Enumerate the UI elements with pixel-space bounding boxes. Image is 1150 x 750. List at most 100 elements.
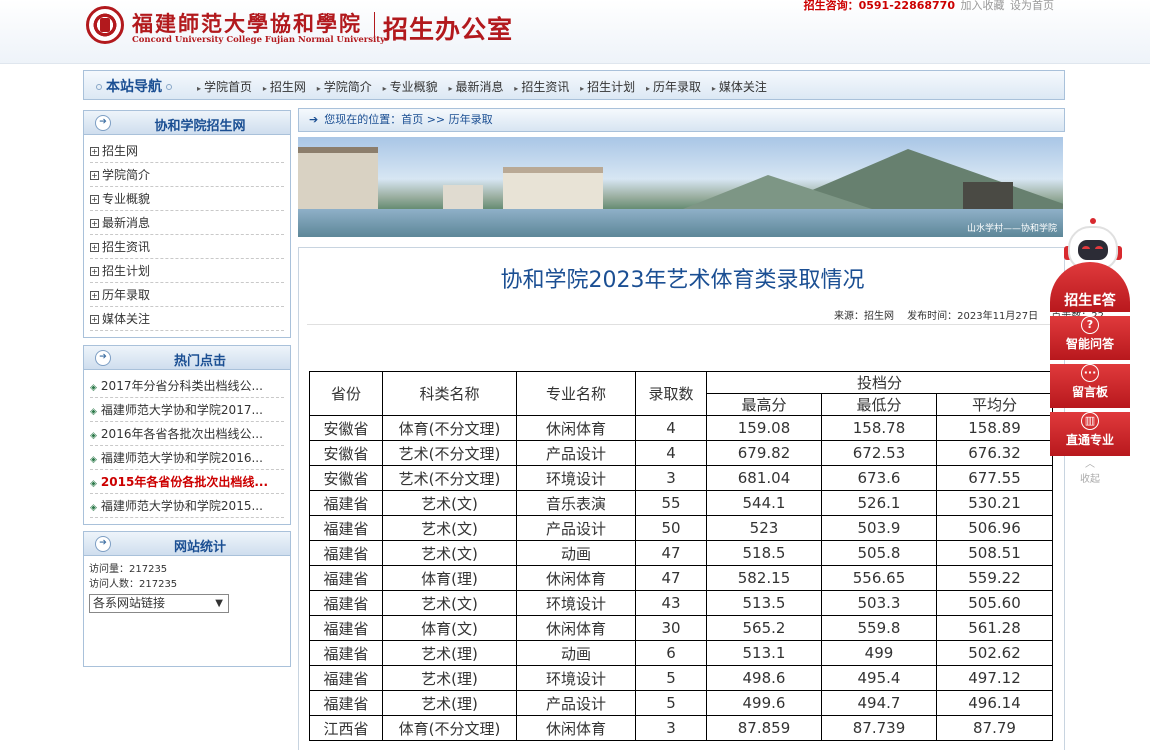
message-board-button[interactable]: ··· 留言板 <box>1050 364 1130 408</box>
sidebar-item-majors[interactable]: + 专业概貌 <box>90 187 284 211</box>
plus-icon: + <box>90 315 99 324</box>
cell-min: 494.7 <box>821 690 937 716</box>
cell-major: 动画 <box>516 540 636 566</box>
sidebar-item-label: 最新消息 <box>102 216 151 230</box>
hot-link[interactable]: ◈ 福建师范大学协和学院2017... <box>90 398 284 422</box>
cell-major: 音乐表演 <box>516 490 636 516</box>
sidebar-menu-title: 协和学院招生网 <box>154 119 246 134</box>
campus-banner-image: 山水学村——协和学院 <box>298 137 1063 237</box>
sidebar-item-about[interactable]: + 学院简介 <box>90 163 284 187</box>
admission-table: 省份 科类名称 专业名称 录取数 投档分 最高分 最低分 平均分 安徽省 体育(不… <box>309 371 1053 741</box>
sidebar-item-admission-info[interactable]: + 招生资讯 <box>90 235 284 259</box>
cell-major: 休闲体育 <box>516 715 636 741</box>
cell-category: 艺术(理) <box>382 640 517 666</box>
sidebar-item-enrollment-plan[interactable]: + 招生计划 <box>90 259 284 283</box>
majors-direct-button[interactable]: ▥ 直通专业 <box>1050 412 1130 456</box>
sidebar-item-label: 招生计划 <box>102 264 151 278</box>
nav-item-enrollment-plan[interactable]: 招生计划 <box>580 78 635 95</box>
cell-max: 518.5 <box>706 540 822 566</box>
breadcrumb-home-link[interactable]: 首页 <box>401 113 423 126</box>
collapse-label: 收起 <box>1080 474 1100 485</box>
cell-admitted: 4 <box>635 415 707 441</box>
add-favorite-link[interactable]: 加入收藏 <box>961 0 1005 12</box>
cell-admitted: 3 <box>635 715 707 741</box>
breadcrumb: ➔ 您现在的位置：首页 >> 历年录取 <box>298 108 1065 132</box>
nav-item-admissions-site[interactable]: 招生网 <box>263 78 306 95</box>
logo-divider <box>374 12 375 42</box>
cell-province: 江西省 <box>309 715 383 741</box>
article-date: 发布时间：2023年11月27日 <box>907 311 1039 322</box>
cell-max: 681.04 <box>706 465 822 491</box>
department-links-select[interactable]: 各系网站链接 ▼ <box>89 594 229 613</box>
nav-item-news[interactable]: 最新消息 <box>448 78 503 95</box>
hot-link-label: 2016年各省各批次出档线公... <box>100 427 263 441</box>
plus-icon: + <box>90 243 99 252</box>
cell-category: 艺术(理) <box>382 690 517 716</box>
hot-link-active[interactable]: ◈ 2015年各省份各批次出档线... <box>90 470 284 494</box>
visit-count: 访问量：217235 <box>89 564 168 575</box>
collapse-button[interactable]: ︿ 收起 <box>1050 459 1130 486</box>
hot-clicks-panel: ➔ 热门点击 ◈ 2017年分省分科类出档线公... ◈ 福建师范大学协和学院201… <box>83 345 291 525</box>
cell-avg: 508.51 <box>936 540 1053 566</box>
visitor-count: 访问人数：217235 <box>89 579 178 590</box>
nav-item-admission-info[interactable]: 招生资讯 <box>514 78 569 95</box>
site-navigation: 本站导航 学院首页 招生网 学院简介 专业概貌 最新消息 招生资讯 招生计划 历… <box>83 70 1065 100</box>
cell-admitted: 6 <box>635 640 707 666</box>
diamond-bullet-icon: ◈ <box>90 431 97 441</box>
cell-avg: 677.55 <box>936 465 1053 491</box>
cell-major: 休闲体育 <box>516 615 636 641</box>
cell-max: 499.6 <box>706 690 822 716</box>
header: 福建師范大學協和學院 Concord University College Fu… <box>0 0 1150 64</box>
logo-english-name[interactable]: Concord University College Fujian Normal… <box>132 35 385 45</box>
cell-major: 环境设计 <box>516 465 636 491</box>
cell-avg: 676.32 <box>936 440 1053 466</box>
table-row: 安徽省 体育(不分文理) 休闲体育 4 159.08 158.78 158.89 <box>309 415 1053 441</box>
nav-item-media[interactable]: 媒体关注 <box>712 78 767 95</box>
cell-category: 艺术(不分文理) <box>382 465 517 491</box>
chevron-up-icon: ︿ <box>1085 459 1095 470</box>
cell-major: 环境设计 <box>516 590 636 616</box>
dot-icon <box>166 84 172 90</box>
table-row: 福建省 艺术(理) 动画 6 513.1 499 502.62 <box>309 640 1053 666</box>
sidebar-item-past-admissions[interactable]: + 历年录取 <box>90 283 284 307</box>
logo-chinese-name[interactable]: 福建師范大學協和學院 <box>132 8 362 38</box>
hot-link[interactable]: ◈ 福建师范大学协和学院2015... <box>90 494 284 518</box>
office-title: 招生办公室 <box>383 15 514 44</box>
table-row: 福建省 艺术(文) 产品设计 50 523 503.9 506.96 <box>309 515 1053 541</box>
cell-max: 582.15 <box>706 565 822 591</box>
sidebar-item-admissions-site[interactable]: + 招生网 <box>90 139 284 163</box>
university-emblem-icon[interactable] <box>86 6 124 44</box>
select-value: 各系网站链接 <box>93 596 166 610</box>
hot-link[interactable]: ◈ 2017年分省分科类出档线公... <box>90 374 284 398</box>
book-icon: ▥ <box>1081 412 1099 430</box>
hot-link[interactable]: ◈ 2016年各省各批次出档线公... <box>90 422 284 446</box>
cell-category: 艺术(文) <box>382 515 517 541</box>
sidebar-item-news[interactable]: + 最新消息 <box>90 211 284 235</box>
article-content: 协和学院2023年艺术体育类录取情况 来源：招生网 发布时间：2023年11月2… <box>298 247 1104 750</box>
cell-min: 503.3 <box>821 590 937 616</box>
nav-item-past-admissions[interactable]: 历年录取 <box>646 78 701 95</box>
cell-province: 福建省 <box>309 590 383 616</box>
nav-item-about[interactable]: 学院简介 <box>317 78 372 95</box>
message-board-label: 留言板 <box>1071 385 1108 399</box>
nav-item-majors[interactable]: 专业概貌 <box>383 78 438 95</box>
table-row: 福建省 艺术(理) 环境设计 5 498.6 495.4 497.12 <box>309 665 1053 691</box>
cell-province: 安徽省 <box>309 440 383 466</box>
cell-avg: 502.62 <box>936 640 1053 666</box>
nav-item-home[interactable]: 学院首页 <box>197 78 252 95</box>
cell-major: 产品设计 <box>516 690 636 716</box>
cell-avg: 530.21 <box>936 490 1053 516</box>
sidebar-item-label: 学院简介 <box>102 168 151 182</box>
header-category: 科类名称 <box>382 371 517 416</box>
hot-clicks-title: 热门点击 <box>173 354 226 369</box>
sidebar-item-media[interactable]: + 媒体关注 <box>90 307 284 331</box>
breadcrumb-current-link[interactable]: 历年录取 <box>449 113 493 126</box>
smart-qa-button[interactable]: ? 智能问答 <box>1050 316 1130 360</box>
set-homepage-link[interactable]: 设为首页 <box>1010 0 1054 12</box>
hot-link[interactable]: ◈ 福建师范大学协和学院2016... <box>90 446 284 470</box>
cell-major: 环境设计 <box>516 665 636 691</box>
cell-min: 505.8 <box>821 540 937 566</box>
cell-province: 福建省 <box>309 615 383 641</box>
cell-avg: 497.12 <box>936 665 1053 691</box>
cell-min: 495.4 <box>821 665 937 691</box>
